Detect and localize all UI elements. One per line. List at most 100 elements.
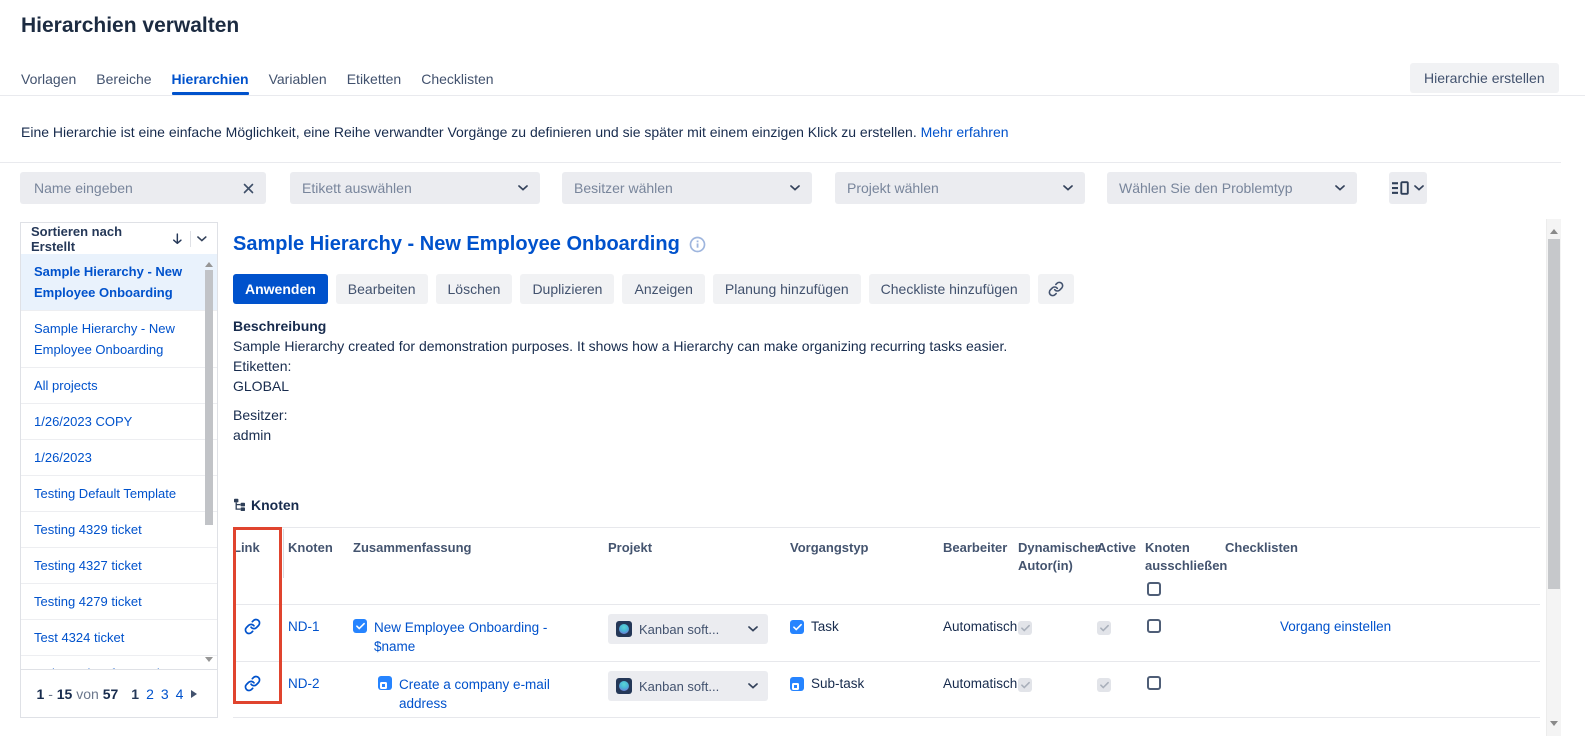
chevron-down-icon[interactable] (197, 236, 207, 242)
edit-button[interactable]: Bearbeiten (336, 274, 428, 304)
columns-icon (1392, 181, 1409, 195)
tab-etiketten[interactable]: Etiketten (347, 71, 401, 95)
label-filter-select[interactable]: Etikett auswählen (290, 172, 540, 204)
name-filter-input[interactable] (32, 179, 235, 197)
hierarchy-list-item[interactable]: Testing Default Template (21, 476, 217, 512)
create-hierarchy-button[interactable]: Hierarchie erstellen (1410, 63, 1559, 93)
exclude-cell (1145, 605, 1225, 661)
add-checklist-button[interactable]: Checkliste hinzufügen (869, 274, 1030, 304)
hierarchy-list: Sample Hierarchy - New Employee Onboardi… (21, 254, 217, 670)
chevron-down-icon (1063, 185, 1073, 191)
hierarchy-list-item[interactable]: Sample Hierarchy - New Employee Onboardi… (21, 311, 217, 368)
next-page-icon[interactable] (191, 690, 201, 698)
node-key[interactable]: ND-2 (288, 662, 353, 717)
scroll-up-icon[interactable] (205, 258, 213, 267)
issue-type-cell: Sub-task (790, 662, 943, 717)
page-1[interactable]: 1 (131, 686, 139, 702)
hierarchy-list-item[interactable]: Test 4324 ticket (21, 620, 217, 656)
col-dynamic-author: Dynamischer Autor(in) (1018, 528, 1097, 604)
dynamic-author-cell (1018, 662, 1097, 717)
hierarchy-list-item[interactable]: 1/26/2023 (21, 440, 217, 476)
tab-checklisten[interactable]: Checklisten (421, 71, 493, 95)
copy-link-button[interactable] (1038, 274, 1074, 304)
hierarchy-list-item[interactable]: Multy project for Smoke (21, 656, 217, 670)
chain-link-icon[interactable] (244, 675, 261, 692)
assignee-cell: Automatisch (943, 605, 1018, 661)
hierarchy-list-item[interactable]: Testing 4279 ticket (21, 584, 217, 620)
scroll-up-icon[interactable] (1550, 225, 1558, 234)
chain-link-icon (1048, 281, 1064, 297)
hierarchy-list-item[interactable]: All projects (21, 368, 217, 404)
chevron-down-icon (518, 185, 528, 191)
scroll-down-icon[interactable] (205, 657, 213, 666)
hierarchy-list-item-selected[interactable]: Sample Hierarchy - New Employee Onboardi… (21, 254, 217, 311)
exclude-checkbox[interactable] (1147, 676, 1161, 690)
node-key[interactable]: ND-1 (288, 605, 353, 661)
add-planning-button[interactable]: Planung hinzufügen (713, 274, 861, 304)
intro-divider (0, 162, 1561, 163)
hierarchy-list-item[interactable]: Testing 4329 ticket (21, 512, 217, 548)
tab-vorlagen[interactable]: Vorlagen (21, 71, 76, 95)
col-issue-type: Vorgangstyp (790, 528, 943, 604)
col-node: Knoten (288, 528, 353, 604)
list-scrollbar-thumb[interactable] (205, 270, 213, 525)
hierarchy-list-item[interactable]: 1/26/2023 COPY (21, 404, 217, 440)
learn-more-link[interactable]: Mehr erfahren (921, 124, 1009, 140)
sort-control[interactable]: Sortieren nach Erstellt (21, 223, 217, 255)
issuetype-filter-select[interactable]: Wählen Sie den Problemtyp (1107, 172, 1357, 204)
chevron-down-icon (1414, 185, 1424, 191)
task-icon (353, 619, 367, 633)
project-select[interactable]: Kanban soft... (608, 614, 768, 644)
task-icon (790, 620, 804, 634)
subtask-icon (790, 677, 804, 691)
project-filter-select[interactable]: Projekt wählen (835, 172, 1085, 204)
chevron-down-icon (790, 185, 800, 191)
tab-hierarchien[interactable]: Hierarchien (172, 71, 249, 95)
set-issue-link[interactable]: Vorgang einstellen (1280, 619, 1391, 634)
column-settings-dropdown[interactable] (1389, 172, 1427, 204)
table-header-row: Link Knoten Zusammenfassung Projekt Vorg… (233, 528, 1540, 604)
link-column-divider (283, 529, 284, 578)
active-cell (1097, 605, 1145, 661)
apply-button[interactable]: Anwenden (233, 274, 328, 304)
hierarchy-list-panel: Sortieren nach Erstellt Sample Hierarchy… (20, 222, 218, 718)
assignee-cell: Automatisch (943, 662, 1018, 717)
tab-variablen[interactable]: Variablen (269, 71, 327, 95)
list-scrollbar[interactable] (204, 256, 214, 668)
exclude-checkbox[interactable] (1147, 619, 1161, 633)
exclude-all-checkbox[interactable] (1147, 582, 1161, 596)
owner-filter-select[interactable]: Besitzer wählen (562, 172, 812, 204)
duplicate-button[interactable]: Duplizieren (520, 274, 614, 304)
node-summary-link[interactable]: Create a company e-mail address (353, 662, 608, 717)
owner-label: Besitzer: (233, 405, 1007, 425)
page-4[interactable]: 4 (176, 686, 184, 702)
page-3[interactable]: 3 (161, 686, 169, 702)
labels-label: Etiketten: (233, 356, 1007, 376)
exclude-cell (1145, 662, 1225, 717)
subtask-icon (378, 676, 392, 690)
clear-icon[interactable] (243, 183, 254, 194)
node-summary-link[interactable]: New Employee Onboarding - $name (353, 605, 608, 661)
scroll-down-icon[interactable] (1550, 721, 1558, 730)
project-cell: Kanban soft... (608, 662, 790, 717)
project-select[interactable]: Kanban soft... (608, 671, 768, 701)
action-bar: Anwenden Bearbeiten Löschen Duplizieren … (233, 274, 1074, 304)
chain-link-icon[interactable] (244, 618, 261, 635)
page-2[interactable]: 2 (146, 686, 154, 702)
pagination: 1 - 15 von 57 1 2 3 4 (21, 669, 217, 717)
info-icon[interactable] (689, 236, 706, 253)
show-button[interactable]: Anzeigen (622, 274, 704, 304)
col-summary: Zusammenfassung (353, 528, 608, 604)
sort-direction-icon[interactable] (172, 233, 183, 245)
project-filter-placeholder: Projekt wählen (847, 180, 939, 196)
col-link: Link (233, 528, 288, 604)
nodes-section-header: Knoten (233, 497, 299, 513)
hierarchy-title: Sample Hierarchy - New Employee Onboardi… (233, 233, 680, 256)
page-scrollbar-thumb[interactable] (1548, 239, 1560, 589)
chevron-down-icon (1335, 185, 1345, 191)
delete-button[interactable]: Löschen (436, 274, 513, 304)
hierarchy-list-item[interactable]: Testing 4327 ticket (21, 548, 217, 584)
tab-bereiche[interactable]: Bereiche (96, 71, 151, 95)
nodes-table: Link Knoten Zusammenfassung Projekt Vorg… (233, 527, 1540, 718)
page-scrollbar[interactable] (1546, 219, 1561, 736)
